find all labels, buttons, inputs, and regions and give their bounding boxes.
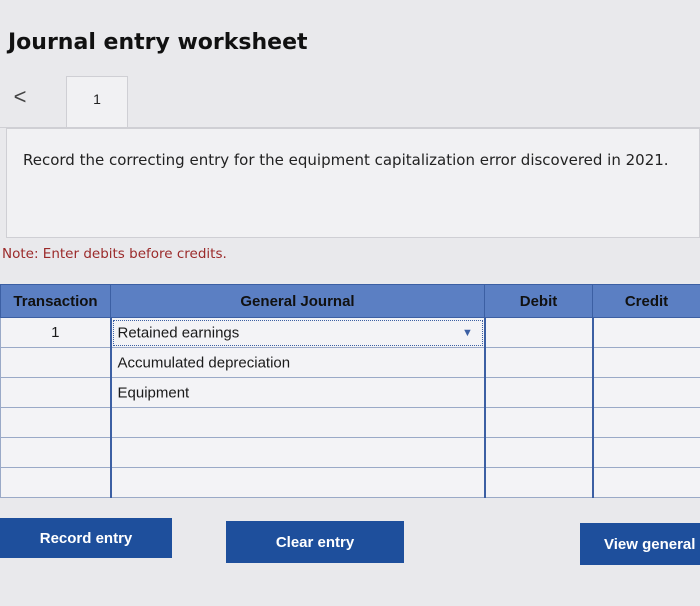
transaction-cell xyxy=(0,467,111,498)
debit-input[interactable] xyxy=(483,317,593,348)
header-transaction: Transaction xyxy=(0,284,111,318)
note-text: Note: Enter debits before credits. xyxy=(2,246,227,262)
table-row xyxy=(0,407,700,438)
tab-label: 1 xyxy=(93,91,101,107)
table-header-row: Transaction General Journal Debit Credit xyxy=(0,284,700,318)
credit-input[interactable] xyxy=(591,317,700,348)
credit-input[interactable] xyxy=(591,467,700,498)
record-entry-button[interactable]: Record entry xyxy=(0,518,172,558)
account-select[interactable] xyxy=(109,467,485,498)
tab-1[interactable]: 1 xyxy=(66,76,128,128)
transaction-cell: 1 xyxy=(0,317,111,348)
table-row xyxy=(0,437,700,468)
header-credit: Credit xyxy=(592,284,700,318)
account-value: Retained earnings xyxy=(117,324,240,341)
debit-input[interactable] xyxy=(483,437,593,468)
header-general-journal: General Journal xyxy=(110,284,485,318)
debit-input[interactable] xyxy=(483,467,593,498)
account-value: Equipment xyxy=(117,384,190,401)
prompt-box: Record the correcting entry for the equi… xyxy=(6,128,700,238)
transaction-cell xyxy=(0,437,111,468)
debit-input[interactable] xyxy=(483,407,593,438)
journal-table: Transaction General Journal Debit Credit… xyxy=(0,284,700,498)
table-row: Accumulated depreciation xyxy=(0,347,700,378)
account-select[interactable]: Equipment xyxy=(109,377,485,408)
dropdown-arrow-icon[interactable]: ▼ xyxy=(458,323,478,343)
account-value: Accumulated depreciation xyxy=(117,354,291,371)
account-select[interactable]: Retained earnings ▼ xyxy=(109,317,485,348)
table-row: 1 Retained earnings ▼ xyxy=(0,317,700,348)
debit-input[interactable] xyxy=(483,377,593,408)
account-select[interactable] xyxy=(109,437,485,468)
credit-input[interactable] xyxy=(591,407,700,438)
clear-entry-button[interactable]: Clear entry xyxy=(226,521,404,563)
prompt-text: Record the correcting entry for the equi… xyxy=(23,151,669,169)
view-general-journal-button[interactable]: View general xyxy=(580,523,700,565)
header-debit: Debit xyxy=(484,284,593,318)
table-row xyxy=(0,467,700,498)
credit-input[interactable] xyxy=(591,377,700,408)
transaction-cell xyxy=(0,377,111,408)
debit-input[interactable] xyxy=(483,347,593,378)
previous-tab-chevron-icon[interactable]: < xyxy=(10,84,30,110)
account-select[interactable] xyxy=(109,407,485,438)
transaction-cell xyxy=(0,407,111,438)
credit-input[interactable] xyxy=(591,347,700,378)
transaction-cell xyxy=(0,347,111,378)
credit-input[interactable] xyxy=(591,437,700,468)
table-row: Equipment xyxy=(0,377,700,408)
account-select[interactable]: Accumulated depreciation xyxy=(109,347,485,378)
page-title: Journal entry worksheet xyxy=(8,30,308,55)
